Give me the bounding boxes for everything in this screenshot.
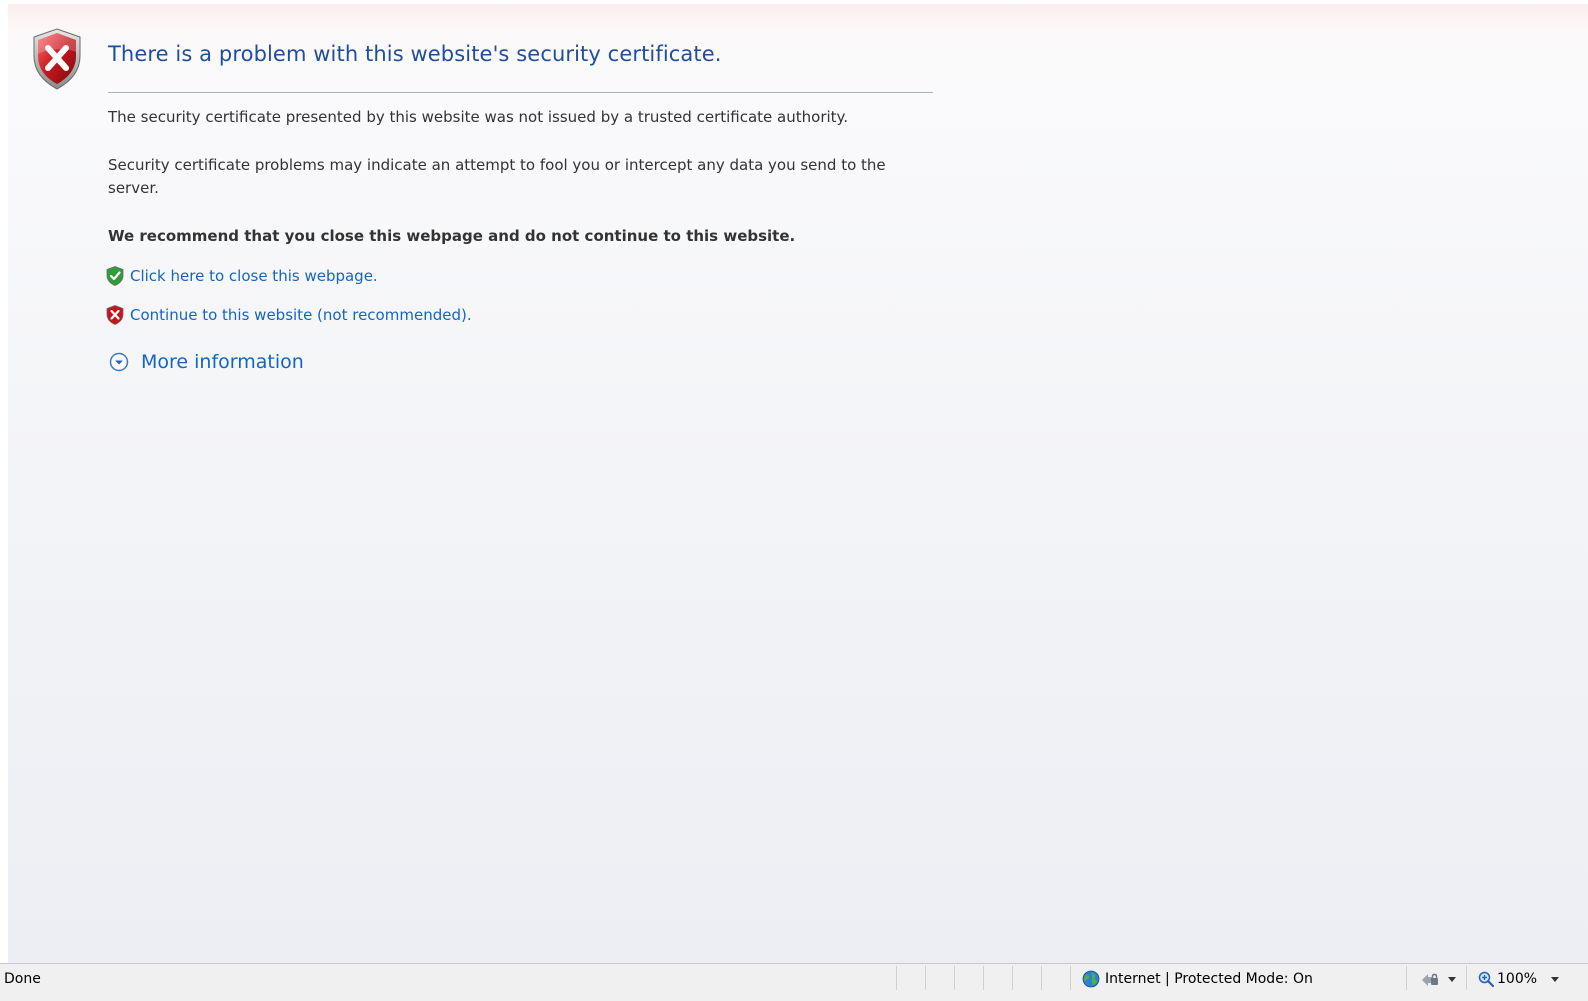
globe-icon	[1082, 970, 1100, 988]
more-information-toggle[interactable]: More information	[109, 348, 304, 376]
close-webpage-link[interactable]: Click here to close this webpage.	[130, 267, 378, 285]
recommendation-text: We recommend that you close this webpage…	[108, 227, 796, 245]
page-title: There is a problem with this website's s…	[108, 42, 722, 66]
status-separator	[1041, 966, 1042, 990]
security-settings-button[interactable]	[1420, 968, 1456, 990]
red-shield-x-icon	[106, 305, 124, 325]
red-shield-x-icon	[33, 28, 81, 90]
status-bar: Done Internet | Protected Mode: On 100%	[0, 963, 1588, 1001]
status-separator	[896, 966, 897, 990]
close-webpage-row[interactable]: Click here to close this webpage.	[106, 265, 378, 287]
zoom-level: 100%	[1497, 971, 1538, 987]
status-separator	[1466, 966, 1467, 990]
security-warning-text: Security certificate problems may indica…	[108, 156, 886, 197]
chevron-down-icon[interactable]	[1448, 976, 1456, 982]
status-separator	[925, 966, 926, 990]
status-text: Done	[4, 971, 41, 987]
security-zone-label: Internet | Protected Mode: On	[1105, 971, 1313, 987]
chevron-down-icon[interactable]	[1551, 976, 1560, 982]
browser-window: There is a problem with this website's s…	[0, 0, 1588, 1001]
status-separator	[983, 966, 984, 990]
security-settings-icon	[1422, 973, 1438, 986]
more-information-link[interactable]: More information	[141, 351, 304, 373]
status-separator	[1406, 966, 1407, 990]
page-content: There is a problem with this website's s…	[8, 4, 1588, 975]
continue-website-link[interactable]: Continue to this website (not recommende…	[130, 306, 472, 324]
certificate-explanation: The security certificate presented by th…	[108, 108, 849, 126]
security-zone[interactable]: Internet | Protected Mode: On	[1082, 968, 1313, 990]
status-separator	[1012, 966, 1013, 990]
zoom-icon	[1478, 971, 1494, 987]
green-shield-check-icon	[106, 266, 124, 286]
expand-circle-icon	[109, 352, 129, 372]
status-separator	[1070, 966, 1071, 990]
zoom-control[interactable]: 100%	[1478, 968, 1560, 990]
continue-website-row[interactable]: Continue to this website (not recommende…	[106, 304, 472, 326]
title-divider	[108, 92, 933, 93]
status-separator	[954, 966, 955, 990]
